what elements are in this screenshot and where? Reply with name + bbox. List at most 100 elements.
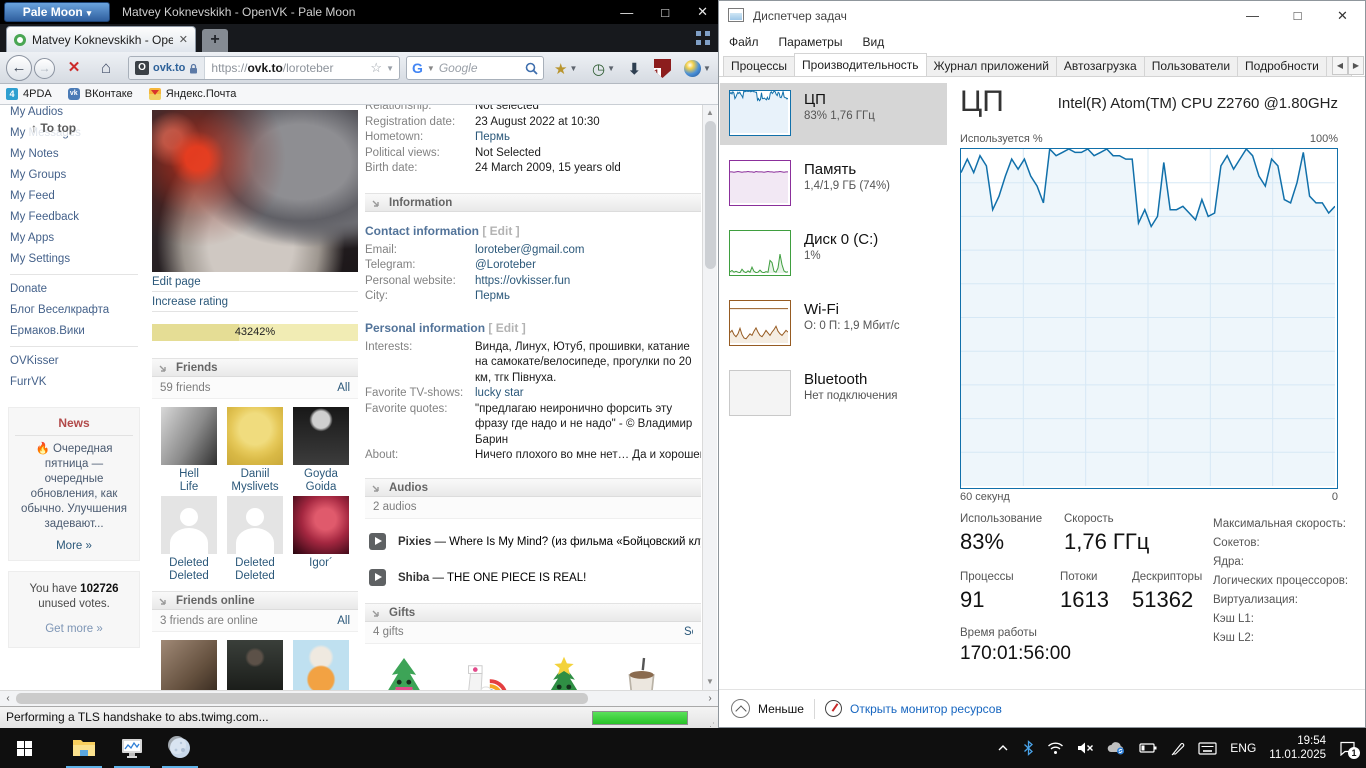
maximize-button[interactable]: □ [1275,1,1320,31]
sidebar-item-furrvk[interactable]: FurrVK [0,372,148,393]
perf-item-wifi[interactable]: Wi-Fi О: 0 П: 1,9 Мбит/с [720,293,947,355]
menu-file[interactable]: Файл [729,35,759,49]
sidebar-item-my-feed[interactable]: My Feed [0,186,148,207]
tab-list-icon[interactable] [696,31,710,45]
perf-item-disk[interactable]: Диск 0 (C:) 1% [720,223,947,285]
increase-rating-link[interactable]: Increase rating [152,292,358,312]
wifi-icon[interactable] [1047,741,1064,755]
tab-scroll-left-icon[interactable]: ◀ [1332,56,1348,75]
extension-orb-button[interactable]: ▼ [684,57,711,80]
menu-options[interactable]: Параметры [779,35,843,49]
avatar[interactable] [161,407,217,465]
avatar[interactable] [293,640,349,690]
scroll-up-icon[interactable]: ▲ [703,106,717,120]
fewer-details-button[interactable]: Меньше [731,699,804,718]
perf-item-cpu[interactable]: ЦП 83% 1,76 ГГц [720,83,947,145]
site-identity-chip[interactable]: O ovk.to [129,57,205,79]
friends-header[interactable]: Friends [152,358,358,377]
url-dropdown-icon[interactable]: ▼ [386,64,399,73]
get-more-votes-link[interactable]: Get more » [15,622,133,637]
friend-card[interactable]: DaniilMyslivets [224,407,286,494]
friend-card[interactable]: AleksandrBorodach [224,640,286,690]
minimize-button[interactable]: — [1230,1,1275,31]
sidebar-item-my-groups[interactable]: My Groups [0,165,148,186]
adblock-button[interactable]: 1 [654,57,671,80]
friend-card[interactable]: GoydaGoida [290,407,352,494]
bookmarks-menu-button[interactable]: ★▼ [554,57,577,80]
downloads-button[interactable]: ⬇ [628,57,641,80]
sidebar-item-donate[interactable]: Donate [0,279,148,300]
new-tab-button[interactable]: + [202,29,228,52]
email-link[interactable]: loroteber@gmail.com [475,243,701,259]
tab-app-history[interactable]: Журнал приложений [926,56,1057,76]
gift-image[interactable] [455,654,513,691]
avatar[interactable] [161,496,217,554]
sidebar-item-my-settings[interactable]: My Settings [0,249,148,270]
bluetooth-icon[interactable] [1023,740,1034,756]
news-more-link[interactable]: More » [15,540,133,552]
palemoon-menu-button[interactable]: Pale Moon▾ [4,2,110,22]
home-button[interactable]: ⌂ [94,57,118,80]
vertical-scroll-thumb[interactable] [705,121,716,269]
sidebar-item-ermakov-wiki[interactable]: Ермаков.Вики [0,321,148,342]
touch-keyboard-icon[interactable] [1198,742,1217,755]
sidebar-item-ovkisser[interactable]: OVKisser [0,351,148,372]
battery-icon[interactable] [1139,742,1157,754]
back-button[interactable]: ← [6,55,32,81]
edit-page-link[interactable]: Edit page [152,272,358,292]
sidebar-item-blog[interactable]: Блог Веселкрафта [0,300,148,321]
taskbar-pale-moon[interactable] [156,728,204,768]
tray-expand-icon[interactable] [996,742,1010,754]
information-header[interactable]: Information [365,193,701,212]
profile-photo[interactable] [152,110,358,272]
tab-scroll-right-icon[interactable]: ▶ [1348,56,1364,75]
scroll-down-icon[interactable]: ▼ [703,675,717,689]
website-link[interactable]: https://ovkisser.fun [475,274,701,290]
friend-card[interactable]: Danya [290,640,352,690]
url-bar[interactable]: O ovk.to https://ovk.to/loroteber ☆ ▼ [128,56,400,80]
taskbar-task-manager[interactable] [108,728,156,768]
friends-online-header[interactable]: Friends online [152,591,358,610]
city-link[interactable]: Пермь [475,289,701,305]
tab-users[interactable]: Пользователи [1144,56,1238,76]
start-button[interactable] [0,728,48,768]
audio-row[interactable]: Shiba — THE ONE PIECE IS REAL! [369,567,701,589]
send-gift-link[interactable]: Send a gift [684,626,693,638]
history-button[interactable]: ◷▼ [592,57,615,80]
gift-image[interactable] [615,654,673,691]
friend-card[interactable]: SergeyBelyakov [158,640,220,690]
forward-button[interactable]: → [34,58,55,79]
tv-shows-link[interactable]: lucky star [475,386,701,402]
avatar[interactable] [227,407,283,465]
action-center-button[interactable]: 1 [1339,741,1356,756]
perf-item-memory[interactable]: Память 1,4/1,9 ГБ (74%) [720,153,947,215]
hometown-link[interactable]: Пермь [475,130,701,146]
search-bar[interactable]: G ▼ Google [406,56,544,80]
contact-edit-link[interactable]: [ Edit ] [482,224,519,238]
friend-card[interactable]: Igor´ [290,496,352,583]
personal-edit-link[interactable]: [ Edit ] [488,321,525,335]
tab-details[interactable]: Подробности [1237,56,1327,76]
taskbar-clock[interactable]: 19:54 11.01.2025 [1269,734,1326,762]
avatar[interactable] [227,496,283,554]
horizontal-scrollbar[interactable]: ‹ › [0,690,718,706]
avatar[interactable] [293,496,349,554]
language-indicator[interactable]: ENG [1230,741,1256,755]
friend-card[interactable]: HellLife [158,407,220,494]
resize-grip[interactable]: ⋰ [706,716,716,726]
onedrive-icon[interactable] [1107,741,1126,755]
volume-muted-icon[interactable] [1077,741,1094,755]
avatar[interactable] [227,640,283,690]
tab-performance[interactable]: Производительность [794,53,926,77]
sidebar-item-my-notes[interactable]: My Notes [0,144,148,165]
scroll-left-icon[interactable]: ‹ [1,692,15,706]
friends-all-link[interactable]: All [337,382,350,394]
minimize-button[interactable]: — [620,5,633,20]
perf-item-bluetooth[interactable]: Bluetooth Нет подключения [720,363,947,425]
friend-card[interactable]: DeletedDeleted [158,496,220,583]
bookmark-4pda[interactable]: 44PDA [6,88,52,100]
sidebar-item-my-feedback[interactable]: My Feedback [0,207,148,228]
audio-row[interactable]: Pixies — Where Is My Mind? (из фильма «Б… [369,531,701,553]
stop-button[interactable]: ✕ [62,57,86,80]
scroll-right-icon[interactable]: › [703,692,717,706]
